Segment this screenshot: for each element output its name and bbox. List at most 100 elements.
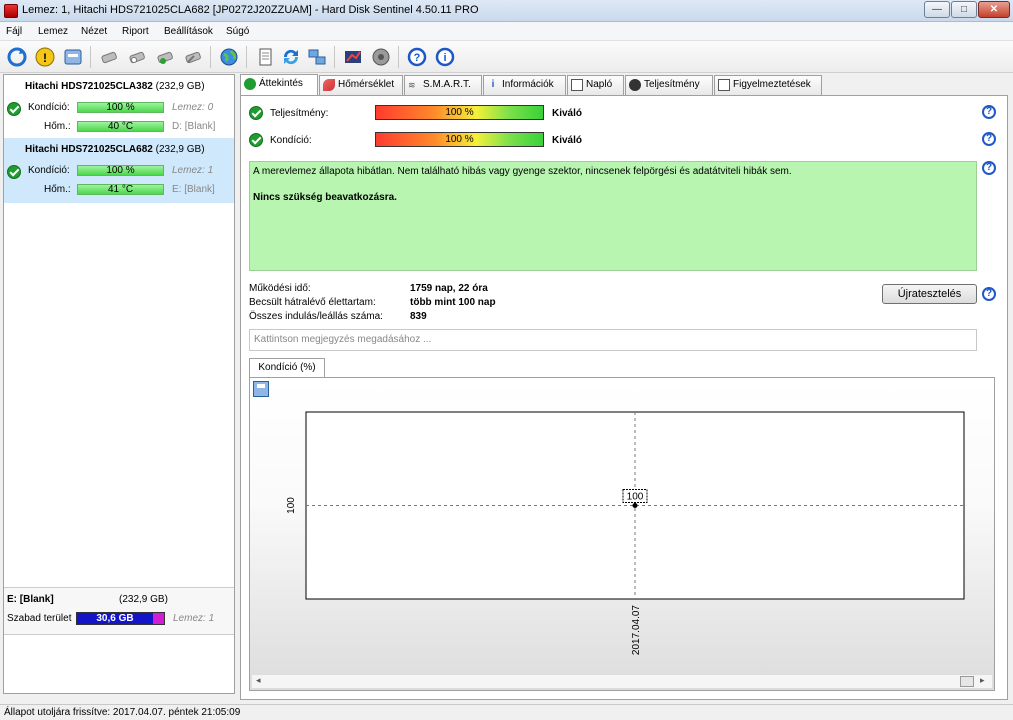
disk-size: (232,9 GB) (155, 144, 205, 155)
tab-performance[interactable]: Teljesítmény (625, 75, 713, 95)
menu-bar: Fájl Lemez Nézet Riport Beállítások Súgó (0, 22, 1013, 41)
volume-name: E: [Blank] (7, 594, 54, 605)
volume-disk-index: Lemez: 1 (173, 613, 215, 624)
condition-chart: 100 2017.04.07 100 (286, 411, 965, 655)
menu-disk[interactable]: Lemez (38, 26, 68, 37)
refresh-icon[interactable] (4, 44, 30, 70)
startstop-value: 839 (410, 311, 427, 322)
menu-view[interactable]: Nézet (81, 26, 107, 37)
tab-log[interactable]: Napló (567, 75, 624, 95)
help-icon[interactable]: ? (982, 105, 996, 119)
tab-overview[interactable]: Áttekintés (240, 74, 318, 95)
drive-letter: E: [Blank] (172, 184, 215, 195)
disk-info-icon[interactable] (60, 44, 86, 70)
disk-index: Lemez: 1 (172, 165, 214, 176)
y-tick-label: 100 (286, 497, 297, 514)
temperature-bar: 40 °C (77, 121, 164, 132)
status-bar: Állapot utoljára frissítve: 2017.04.07. … (0, 704, 1013, 720)
used-space-fill: 30,6 GB (77, 613, 153, 624)
performance-ok-icon (249, 106, 263, 120)
menu-report[interactable]: Riport (122, 26, 149, 37)
disk-test-icon[interactable] (152, 44, 178, 70)
status-ok-icon (7, 165, 21, 179)
menu-help[interactable]: Súgó (226, 26, 249, 37)
gauge-icon (629, 79, 641, 91)
check-icon (244, 78, 256, 90)
tab-temperature[interactable]: Hőmérséklet (319, 75, 403, 95)
tab-information[interactable]: i Információk (483, 75, 566, 95)
app-icon (4, 4, 18, 18)
performance-label: Teljesítmény: (270, 108, 329, 119)
overview-panel: Teljesítmény: 100 % Kiváló ? Kondíció: 1… (240, 95, 1008, 700)
toolbar: ! ? i (0, 41, 1013, 73)
uptime-value: 1759 nap, 22 óra (410, 283, 488, 294)
performance-rating: Kiváló (552, 108, 583, 119)
help-icon[interactable]: ? (404, 44, 430, 70)
maximize-button[interactable]: □ (951, 1, 977, 18)
lifetime-label: Becsült hátralévő élettartam: (249, 297, 376, 308)
disk-name: Hitachi HDS721025CLA382 (25, 81, 153, 92)
volume-item[interactable]: E: [Blank] (232,9 GB) Szabad terület 30,… (4, 587, 234, 635)
horizontal-scrollbar[interactable]: ◂ ▸ (252, 674, 992, 688)
disk-name: Hitachi HDS721025CLA682 (25, 144, 153, 155)
globe-icon[interactable] (216, 44, 242, 70)
send-report-icon[interactable] (278, 44, 304, 70)
status-ok-icon (7, 102, 21, 116)
performance-bar: 100 % (375, 105, 544, 120)
disk-size: (232,9 GB) (155, 81, 205, 92)
status-text: A merevlemez állapota hibátlan. Nem talá… (253, 166, 792, 177)
condition-label: Kondíció: (270, 135, 312, 146)
svg-text:!: ! (43, 51, 47, 65)
help-icon[interactable]: ? (982, 132, 996, 146)
tab-condition-chart[interactable]: Kondíció (%) (249, 358, 325, 378)
report-icon[interactable] (252, 44, 278, 70)
disk-settings-icon[interactable] (180, 44, 206, 70)
tab-strip: Áttekintés Hőmérséklet ≋ S.M.A.R.T. i Info… (240, 74, 825, 95)
disk-item-0[interactable]: Hitachi HDS721025CLA382 (232,9 GB) Kondí… (4, 75, 234, 140)
svg-text:?: ? (414, 52, 421, 64)
status-description: A merevlemez állapota hibátlan. Nem talá… (249, 161, 977, 271)
condition-bar: 100 % (375, 132, 544, 147)
data-point (632, 503, 638, 508)
thermometer-icon (323, 79, 335, 91)
help-icon[interactable]: ? (982, 287, 996, 301)
chart-area: 100 2017.04.07 100 ◂ ▸ (249, 377, 995, 691)
data-label: 100 (627, 492, 644, 503)
disk-scan-icon[interactable] (124, 44, 150, 70)
status-action: Nincs szükség beavatkozásra. (253, 192, 397, 203)
condition-bar: 100 % (77, 165, 164, 176)
note-input[interactable]: Kattintson megjegyzés megadásához ... (249, 329, 977, 351)
close-button[interactable]: ✕ (978, 1, 1010, 18)
minimize-button[interactable]: — (924, 1, 950, 18)
disk-index: Lemez: 0 (172, 102, 214, 113)
about-icon[interactable]: i (432, 44, 458, 70)
temperature-bar: 41 °C (77, 184, 164, 195)
disk-list-panel: Hitachi HDS721025CLA382 (232,9 GB) Kondí… (3, 74, 235, 694)
chart-report-icon[interactable] (340, 44, 366, 70)
network-icon[interactable] (304, 44, 330, 70)
info-icon: i (491, 79, 495, 90)
help-icon[interactable]: ? (982, 161, 996, 175)
tab-alerts[interactable]: Figyelmeztetések (714, 75, 822, 95)
condition-label: Kondíció: (28, 165, 70, 176)
startstop-label: Összes indulás/leállás száma: (249, 311, 383, 322)
condition-bar: 100 % (77, 102, 164, 113)
uptime-label: Működési idő: (249, 283, 311, 294)
title-bar: Lemez: 1, Hitachi HDS721025CLA682 [JP027… (0, 0, 1013, 22)
disk-tool-icon[interactable] (96, 44, 122, 70)
disk-item-1[interactable]: Hitachi HDS721025CLA682 (232,9 GB) Kondí… (4, 138, 234, 203)
x-tick-label: 2017.04.07 (631, 605, 642, 655)
condition-rating: Kiváló (552, 135, 583, 146)
temperature-label: Hőm.: (44, 121, 71, 132)
alert-icon[interactable]: ! (32, 44, 58, 70)
tab-smart[interactable]: ≋ S.M.A.R.T. (404, 75, 482, 95)
sound-icon[interactable] (368, 44, 394, 70)
lifetime-value: több mint 100 nap (410, 297, 496, 308)
log-icon (571, 79, 583, 91)
menu-file[interactable]: Fájl (6, 26, 22, 37)
alerts-icon (718, 79, 730, 91)
free-space-bar: 30,6 GB (76, 612, 165, 625)
retest-button[interactable]: Újratesztelés (882, 284, 977, 304)
menu-settings[interactable]: Beállítások (164, 26, 213, 37)
volume-size: (232,9 GB) (119, 594, 168, 605)
